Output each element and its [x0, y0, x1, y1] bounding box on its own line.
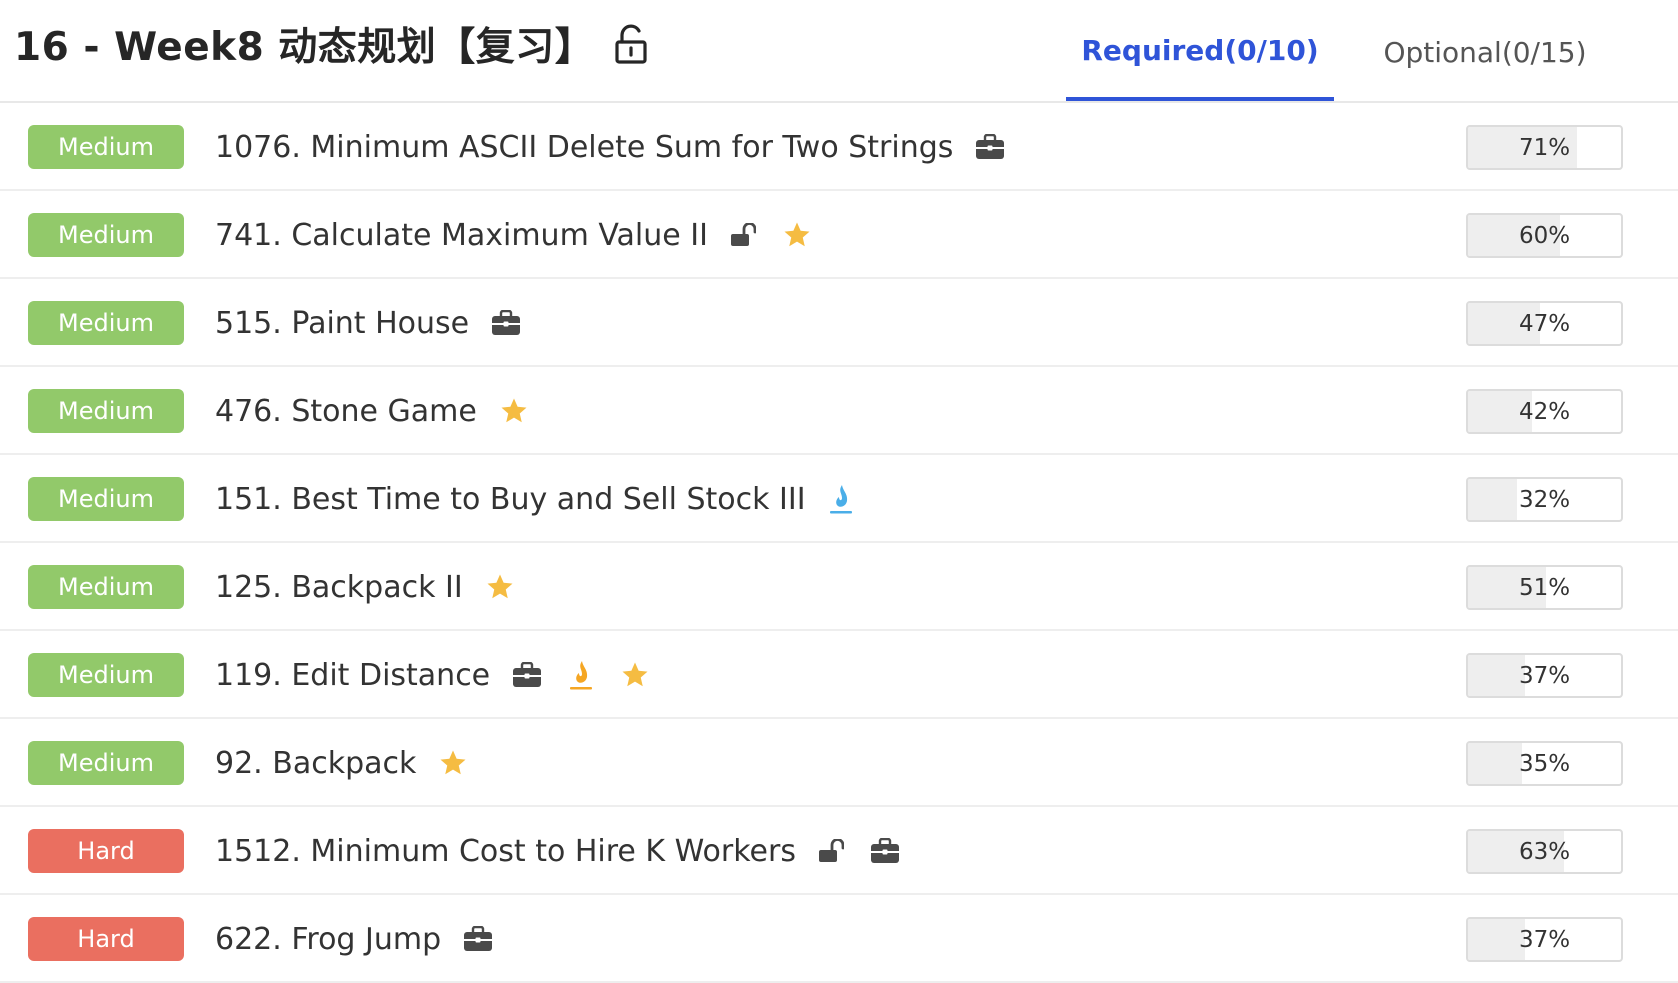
progress-label: 35%	[1518, 750, 1571, 777]
briefcase-icon	[463, 926, 493, 952]
star-icon	[438, 748, 468, 778]
difficulty-badge: Medium	[28, 213, 184, 257]
problem-title-link[interactable]: 515. Paint House	[215, 306, 469, 341]
star-icon	[620, 660, 650, 690]
problem-title-link[interactable]: 125. Backpack II	[215, 570, 463, 605]
acceptance-progress: 37%	[1466, 653, 1623, 698]
tab-bar: Required(0/10) Optional(0/15)	[1066, 0, 1636, 103]
difficulty-badge: Hard	[28, 917, 184, 961]
acceptance-progress: 37%	[1466, 917, 1623, 962]
progress-label: 71%	[1518, 134, 1571, 161]
problem-title-link[interactable]: 151. Best Time to Buy and Sell Stock III	[215, 482, 806, 517]
briefcase-icon	[512, 662, 542, 688]
problem-row[interactable]: Medium 119. Edit Distance 37%	[0, 631, 1678, 719]
difficulty-badge: Medium	[28, 125, 184, 169]
problem-title-link[interactable]: 741. Calculate Maximum Value II	[215, 218, 708, 253]
problem-info: 151. Best Time to Buy and Sell Stock III	[215, 455, 854, 543]
problem-row[interactable]: Hard 1512. Minimum Cost to Hire K Workers…	[0, 807, 1678, 895]
acceptance-progress: 60%	[1466, 213, 1623, 258]
page-title: 16 - Week8 动态规划【复习】	[14, 25, 595, 70]
difficulty-badge: Medium	[28, 477, 184, 521]
progress-label: 37%	[1518, 662, 1571, 689]
tab-required[interactable]: Required(0/10)	[1066, 0, 1334, 101]
unlock-icon	[818, 839, 844, 863]
problem-title-link[interactable]: 92. Backpack	[215, 746, 416, 781]
star-icon	[485, 572, 515, 602]
acceptance-progress: 35%	[1466, 741, 1623, 786]
acceptance-progress: 32%	[1466, 477, 1623, 522]
briefcase-icon	[491, 310, 521, 336]
problem-row[interactable]: Medium 125. Backpack II 51%	[0, 543, 1678, 631]
unlock-icon	[730, 223, 756, 247]
problem-row[interactable]: Medium 1076. Minimum ASCII Delete Sum for…	[0, 103, 1678, 191]
title-group: 16 - Week8 动态规划【复习】	[14, 16, 648, 72]
acceptance-progress: 71%	[1466, 125, 1623, 170]
problem-info: 741. Calculate Maximum Value II	[215, 191, 812, 279]
page-header: 16 - Week8 动态规划【复习】 Required(0/10) Optio…	[0, 0, 1678, 103]
flame-blue-icon	[828, 483, 854, 515]
acceptance-progress: 63%	[1466, 829, 1623, 874]
difficulty-badge: Medium	[28, 301, 184, 345]
problem-row[interactable]: Medium 515. Paint House 47%	[0, 279, 1678, 367]
problem-title-link[interactable]: 1512. Minimum Cost to Hire K Workers	[215, 834, 796, 869]
problem-info: 1512. Minimum Cost to Hire K Workers	[215, 807, 900, 895]
briefcase-icon	[975, 134, 1005, 160]
difficulty-badge: Medium	[28, 565, 184, 609]
problem-title-link[interactable]: 622. Frog Jump	[215, 922, 441, 957]
problem-info: 622. Frog Jump	[215, 895, 493, 983]
progress-label: 63%	[1518, 838, 1571, 865]
difficulty-badge: Medium	[28, 741, 184, 785]
progress-label: 60%	[1518, 222, 1571, 249]
unlock-icon[interactable]	[614, 24, 648, 64]
problem-info: 515. Paint House	[215, 279, 521, 367]
flame-orange-icon	[568, 659, 594, 691]
problem-info: 119. Edit Distance	[215, 631, 650, 719]
problem-row[interactable]: Medium 92. Backpack 35%	[0, 719, 1678, 807]
problem-row[interactable]: Medium 151. Best Time to Buy and Sell Sto…	[0, 455, 1678, 543]
progress-label: 42%	[1518, 398, 1571, 425]
problem-list: Medium 1076. Minimum ASCII Delete Sum for…	[0, 103, 1678, 983]
problem-info: 1076. Minimum ASCII Delete Sum for Two S…	[215, 103, 1005, 191]
problem-info: 92. Backpack	[215, 719, 468, 807]
problem-title-link[interactable]: 1076. Minimum ASCII Delete Sum for Two S…	[215, 130, 953, 165]
difficulty-badge: Medium	[28, 389, 184, 433]
difficulty-badge: Medium	[28, 653, 184, 697]
problem-info: 476. Stone Game	[215, 367, 529, 455]
progress-label: 37%	[1518, 926, 1571, 953]
problem-row[interactable]: Medium 741. Calculate Maximum Value II 60%	[0, 191, 1678, 279]
problem-title-link[interactable]: 476. Stone Game	[215, 394, 477, 429]
acceptance-progress: 47%	[1466, 301, 1623, 346]
problem-title-link[interactable]: 119. Edit Distance	[215, 658, 490, 693]
star-icon	[782, 220, 812, 250]
problem-row[interactable]: Hard 622. Frog Jump 37%	[0, 895, 1678, 983]
acceptance-progress: 51%	[1466, 565, 1623, 610]
acceptance-progress: 42%	[1466, 389, 1623, 434]
problem-row[interactable]: Medium 476. Stone Game 42%	[0, 367, 1678, 455]
star-icon	[499, 396, 529, 426]
tab-optional[interactable]: Optional(0/15)	[1334, 0, 1636, 101]
difficulty-badge: Hard	[28, 829, 184, 873]
briefcase-icon	[870, 838, 900, 864]
progress-label: 47%	[1518, 310, 1571, 337]
progress-label: 32%	[1518, 486, 1571, 513]
problem-info: 125. Backpack II	[215, 543, 515, 631]
progress-label: 51%	[1518, 574, 1571, 601]
